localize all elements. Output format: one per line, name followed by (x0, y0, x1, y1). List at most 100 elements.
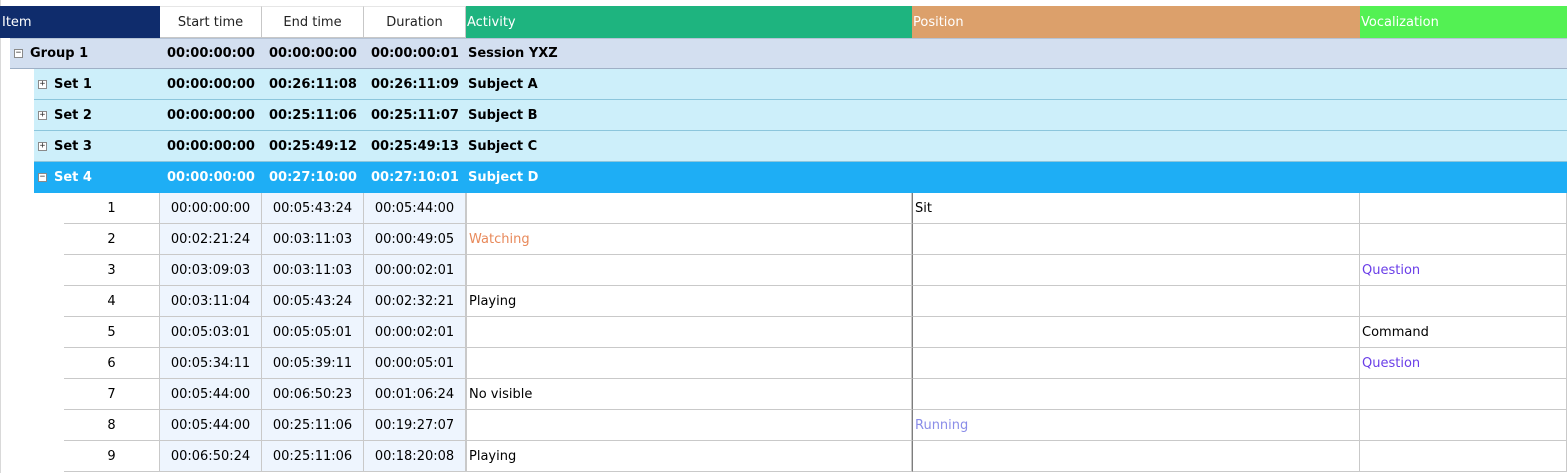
row-number: 6 (64, 348, 160, 379)
row-end-time: 00:00:00:00 (269, 46, 357, 61)
collapse-icon[interactable]: − (14, 49, 23, 58)
column-header-end-time[interactable]: End time (262, 6, 364, 38)
cell-duration-time[interactable]: 00:05:44:00 (364, 193, 466, 224)
table-row[interactable]: 5 00:05:03:01 00:05:05:01 00:00:02:01 Comman… (0, 317, 1567, 348)
cell-duration-time[interactable]: 00:00:05:01 (364, 348, 466, 379)
cell-position[interactable] (912, 441, 1360, 472)
column-header-activity[interactable]: Activity (466, 6, 912, 38)
row-number: 2 (64, 224, 160, 255)
cell-activity[interactable]: Playing (466, 286, 912, 317)
cell-position[interactable] (912, 317, 1360, 348)
row-end-time: 00:25:11:06 (269, 108, 357, 123)
cell-position[interactable] (912, 348, 1360, 379)
collapse-icon[interactable]: − (38, 173, 47, 182)
cell-duration-time[interactable]: 00:18:20:08 (364, 441, 466, 472)
column-header-start-time[interactable]: Start time (160, 6, 262, 38)
row-subject: Subject A (468, 77, 538, 92)
set-row-selected[interactable]: − Set 4 00:00:00:00 00:27:10:00 00:27:10:01 S… (0, 162, 1567, 193)
cell-end-time[interactable]: 00:05:43:24 (262, 193, 364, 224)
column-header-item[interactable]: Item (0, 6, 160, 38)
cell-duration-time[interactable]: 00:00:02:01 (364, 255, 466, 286)
table-row[interactable]: 9 00:06:50:24 00:25:11:06 00:18:20:08 Playin… (0, 441, 1567, 472)
table-row[interactable]: 3 00:03:09:03 00:03:11:03 00:00:02:01 Questi… (0, 255, 1567, 286)
cell-position[interactable]: Sit (912, 193, 1360, 224)
cell-start-time[interactable]: 00:00:00:00 (160, 193, 262, 224)
cell-end-time[interactable]: 00:03:11:03 (262, 224, 364, 255)
row-end-time: 00:27:10:00 (269, 170, 357, 185)
cell-vocalization[interactable] (1360, 286, 1567, 317)
table-row[interactable]: 6 00:05:34:11 00:05:39:11 00:00:05:01 Questi… (0, 348, 1567, 379)
column-header-position[interactable]: Position (912, 6, 1360, 38)
cell-start-time[interactable]: 00:03:11:04 (160, 286, 262, 317)
cell-position[interactable] (912, 255, 1360, 286)
cell-vocalization[interactable]: Command (1360, 317, 1567, 348)
row-number: 1 (64, 193, 160, 224)
set-row[interactable]: + Set 1 00:00:00:00 00:26:11:08 00:26:11:09 S… (0, 69, 1567, 100)
cell-vocalization[interactable] (1360, 193, 1567, 224)
row-label-cell: + Set 2 (38, 100, 160, 131)
table-row[interactable]: 1 00:00:00:00 00:05:43:24 00:05:44:00 Sit (0, 193, 1567, 224)
cell-start-time[interactable]: 00:05:44:00 (160, 379, 262, 410)
row-number: 8 (64, 410, 160, 441)
cell-end-time[interactable]: 00:05:05:01 (262, 317, 364, 348)
row-label: Group 1 (30, 46, 89, 61)
cell-activity[interactable]: No visible (466, 379, 912, 410)
cell-activity[interactable] (466, 255, 912, 286)
table-row[interactable]: 8 00:05:44:00 00:25:11:06 00:19:27:07 Runnin… (0, 410, 1567, 441)
cell-position[interactable] (912, 379, 1360, 410)
cell-start-time[interactable]: 00:05:03:01 (160, 317, 262, 348)
cell-duration-time[interactable]: 00:02:32:21 (364, 286, 466, 317)
cell-activity[interactable]: Playing (466, 441, 912, 472)
cell-vocalization[interactable] (1360, 224, 1567, 255)
cell-duration-time[interactable]: 00:00:02:01 (364, 317, 466, 348)
table-row[interactable]: 2 00:02:21:24 00:03:11:03 00:00:49:05 Watchi… (0, 224, 1567, 255)
group-row[interactable]: − Group 1 00:00:00:00 00:00:00:00 00:00:00:0… (0, 38, 1567, 69)
expand-icon[interactable]: + (38, 80, 47, 89)
cell-duration-time[interactable]: 00:19:27:07 (364, 410, 466, 441)
cell-duration-time[interactable]: 00:00:49:05 (364, 224, 466, 255)
cell-start-time[interactable]: 00:05:34:11 (160, 348, 262, 379)
cell-activity[interactable]: Watching (466, 224, 912, 255)
cell-vocalization[interactable]: Question (1360, 255, 1567, 286)
row-start-time: 00:00:00:00 (167, 77, 255, 92)
row-end-time: 00:26:11:08 (269, 77, 357, 92)
cell-end-time[interactable]: 00:25:11:06 (262, 410, 364, 441)
cell-vocalization[interactable] (1360, 379, 1567, 410)
cell-vocalization[interactable] (1360, 441, 1567, 472)
row-number: 9 (64, 441, 160, 472)
cell-end-time[interactable]: 00:25:11:06 (262, 441, 364, 472)
cell-duration-time[interactable]: 00:01:06:24 (364, 379, 466, 410)
cell-activity[interactable] (466, 317, 912, 348)
cell-vocalization[interactable] (1360, 410, 1567, 441)
column-header-duration[interactable]: Duration (364, 6, 466, 38)
cell-activity[interactable] (466, 193, 912, 224)
cell-position[interactable] (912, 224, 1360, 255)
column-header-row: Item Start time End time Duration Activi… (0, 6, 1567, 38)
cell-activity[interactable] (466, 410, 912, 441)
expand-icon[interactable]: + (38, 111, 47, 120)
row-label-cell: + Set 1 (38, 69, 160, 100)
cell-end-time[interactable]: 00:03:11:03 (262, 255, 364, 286)
cell-position[interactable]: Running (912, 410, 1360, 441)
cell-end-time[interactable]: 00:05:39:11 (262, 348, 364, 379)
cell-start-time[interactable]: 00:06:50:24 (160, 441, 262, 472)
cell-vocalization[interactable]: Question (1360, 348, 1567, 379)
expand-icon[interactable]: + (38, 142, 47, 151)
cell-end-time[interactable]: 00:05:43:24 (262, 286, 364, 317)
set-row[interactable]: + Set 2 00:00:00:00 00:25:11:06 00:25:11:07 S… (0, 100, 1567, 131)
row-number: 5 (64, 317, 160, 348)
row-subject: Session YXZ (468, 46, 558, 61)
cell-start-time[interactable]: 00:03:09:03 (160, 255, 262, 286)
row-number: 4 (64, 286, 160, 317)
cell-position[interactable] (912, 286, 1360, 317)
set-row[interactable]: + Set 3 00:00:00:00 00:25:49:12 00:25:49:13 S… (0, 131, 1567, 162)
cell-end-time[interactable]: 00:06:50:23 (262, 379, 364, 410)
row-subject: Subject B (468, 108, 538, 123)
cell-start-time[interactable]: 00:02:21:24 (160, 224, 262, 255)
column-header-vocalization[interactable]: Vocalization (1360, 6, 1567, 38)
row-subject: Subject D (468, 170, 539, 185)
table-row[interactable]: 4 00:03:11:04 00:05:43:24 00:02:32:21 Playin… (0, 286, 1567, 317)
cell-activity[interactable] (466, 348, 912, 379)
cell-start-time[interactable]: 00:05:44:00 (160, 410, 262, 441)
table-row[interactable]: 7 00:05:44:00 00:06:50:23 00:01:06:24 No vis… (0, 379, 1567, 410)
